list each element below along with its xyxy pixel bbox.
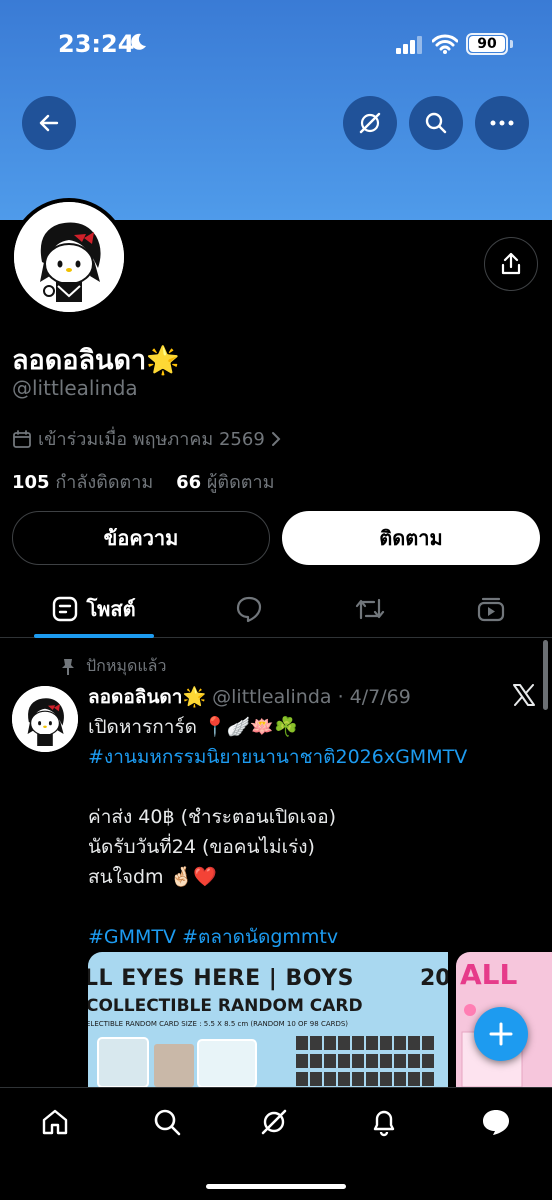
more-icon [490, 120, 514, 126]
search-button[interactable] [409, 96, 463, 150]
card-collage [97, 1036, 434, 1087]
notifications-icon [373, 1110, 395, 1137]
profile-tabs: โพสต์ [0, 580, 552, 638]
hashtag-link[interactable]: #งานมหกรรมนิยายนานาชาติ2026xGMMTV [88, 742, 528, 772]
following-label: กำลังติดตาม [55, 472, 154, 493]
share-icon [501, 252, 521, 275]
post-hashtags: #GMMTV #ตลาดนัดgmmtv [88, 922, 528, 952]
follow-stats: 105 กำลังติดตาม 66 ผู้ติดตาม [12, 467, 274, 496]
battery-tip [510, 40, 513, 48]
post-media-image-1[interactable]: LL EYES HERE | BOYS 20 COLLECTIBLE RANDO… [88, 952, 448, 1087]
share-profile-button[interactable] [484, 237, 538, 291]
scrollbar[interactable] [543, 640, 548, 710]
search-icon [154, 1109, 181, 1136]
more-button[interactable] [475, 96, 529, 150]
tab-posts[interactable]: โพสต์ [34, 580, 154, 638]
post-header: ลอดอลินดา🌟 @littlealinda · 4/7/69 [88, 682, 411, 712]
tab-posts-label: โพสต์ [86, 597, 136, 621]
followers-label: ผู้ติดตาม [206, 472, 275, 493]
media2-text: ALL [460, 958, 518, 991]
home-indicator[interactable] [206, 1184, 346, 1189]
pin-icon [62, 658, 74, 675]
active-tab-indicator [34, 634, 154, 638]
followers-link[interactable]: 66 ผู้ติดตาม [176, 472, 274, 493]
follow-button[interactable]: ติดตาม [282, 511, 540, 565]
post-line: เปิดหารการ์ด 📍🪽🪷☘️ [88, 716, 298, 738]
nav-search[interactable] [147, 1102, 187, 1142]
following-count: 105 [12, 472, 50, 493]
media-icon [477, 597, 505, 622]
status-bar: 23:24 90 [0, 0, 552, 92]
search-icon [425, 112, 447, 134]
moon-icon [131, 33, 146, 50]
joined-text: เข้าร่วมเมื่อ พฤษภาคม 2569 [38, 429, 265, 450]
chevron-right-icon [271, 431, 281, 446]
post-date: · 4/7/69 [337, 686, 411, 708]
profile-display-name: ลอดอลินดา🌟 [12, 345, 180, 376]
hashtag-link[interactable]: #GMMTV [88, 926, 176, 948]
post-author-name[interactable]: ลอดอลินดา🌟 [88, 686, 206, 708]
calendar-icon [13, 429, 31, 448]
message-button[interactable]: ข้อความ [12, 511, 270, 565]
status-time: 23:24 [58, 30, 135, 58]
post-line: สนใจdm 🤞🏻❤️ [88, 866, 217, 888]
post-text: เปิดหารการ์ด 📍🪽🪷☘️ #งานมหกรรมนิยายนานาชา… [88, 712, 528, 952]
signal-icon [396, 36, 422, 54]
avatar-illustration [12, 686, 78, 752]
repost-icon [355, 598, 385, 620]
battery-level: 90 [469, 36, 505, 52]
wifi-icon [432, 34, 458, 54]
x-logo-icon [513, 684, 535, 706]
grok-icon [261, 1109, 287, 1135]
battery-indicator: 90 [466, 33, 508, 55]
pinned-indicator: ปักหมุดแล้ว [60, 654, 166, 679]
post-author-avatar[interactable] [12, 686, 78, 752]
followers-count: 66 [176, 472, 202, 493]
media1-corner: 20 [420, 966, 448, 991]
post-line: ค่าส่ง 40฿ (ชำระตอนเปิดเจอ) [88, 806, 337, 828]
tab-media[interactable] [468, 580, 514, 638]
post-author-handle[interactable]: @littlealinda [212, 686, 331, 708]
media1-title: LL EYES HERE | BOYS [88, 966, 354, 991]
grok-icon [359, 112, 381, 134]
tab-reposts[interactable] [347, 580, 393, 638]
avatar-illustration [14, 202, 124, 312]
reply-icon [236, 596, 262, 623]
tab-replies[interactable] [226, 580, 272, 638]
following-link[interactable]: 105 กำลังติดตาม [12, 472, 153, 493]
joined-date[interactable]: เข้าร่วมเมื่อ พฤษภาคม 2569 [12, 424, 281, 453]
nav-grok[interactable] [254, 1102, 294, 1142]
messages-icon [483, 1110, 509, 1135]
posts-icon [53, 596, 78, 622]
back-button[interactable] [22, 96, 76, 150]
media1-subtitle: COLLECTIBLE RANDOM CARD [88, 996, 363, 1016]
plus-icon [489, 1022, 513, 1046]
hashtag-link[interactable]: #ตลาดนัดgmmtv [182, 926, 338, 948]
nav-home[interactable] [35, 1102, 75, 1142]
profile-avatar[interactable] [10, 198, 128, 316]
back-arrow-icon [39, 114, 59, 132]
compose-post-button[interactable] [474, 1007, 528, 1061]
pinned-label: ปักหมุดแล้ว [86, 656, 167, 675]
nav-messages[interactable] [476, 1102, 516, 1142]
grok-button[interactable] [343, 96, 397, 150]
home-icon [42, 1109, 68, 1135]
media1-small-text: ELECTIBLE RANDOM CARD SIZE : 5.5 X 8.5 c… [88, 1020, 349, 1028]
nav-notifications[interactable] [364, 1102, 404, 1142]
profile-handle: @littlealinda [12, 376, 138, 400]
post-line: นัดรับวันที่24 (ขอคนไม่เร่ง) [88, 836, 315, 858]
